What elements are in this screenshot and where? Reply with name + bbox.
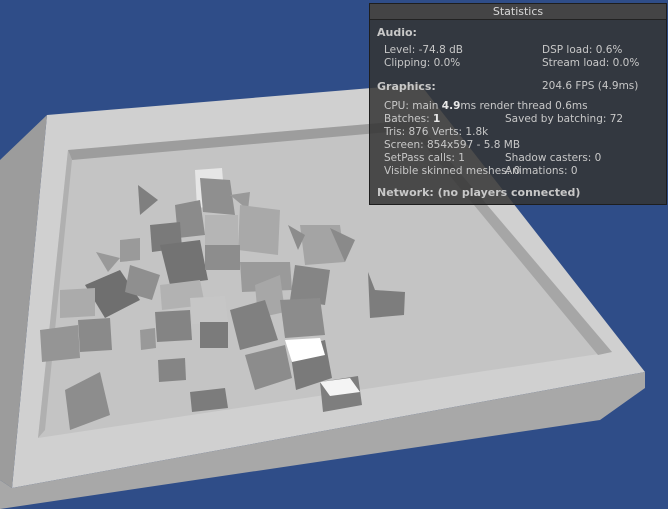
batches-prefix: Batches: [384, 113, 433, 125]
graphics-fps: 204.6 FPS (4.9ms) [542, 80, 639, 92]
graphics-cpu: CPU: main 4.9ms render thread 0.6ms [384, 100, 588, 112]
graphics-screen: Screen: 854x597 - 5.8 MB [384, 139, 521, 151]
cpu-prefix: CPU: main [384, 100, 442, 112]
batches-value: 1 [433, 113, 441, 125]
graphics-skinned-meshes: Visible skinned meshes: 0 [384, 165, 521, 177]
audio-stream-load: Stream load: 0.0% [542, 57, 640, 69]
graphics-animations: Animations: 0 [505, 165, 578, 177]
graphics-header: Graphics: [377, 80, 436, 93]
audio-level: Level: -74.8 dB [384, 44, 463, 56]
audio-dsp-load: DSP load: 0.6% [542, 44, 623, 56]
cpu-suffix: ms render thread 0.6ms [460, 100, 588, 112]
audio-header: Audio: [377, 26, 417, 39]
graphics-tris-verts: Tris: 876 Verts: 1.8k [384, 126, 489, 138]
graphics-shadow-casters: Shadow casters: 0 [505, 152, 602, 164]
graphics-setpass: SetPass calls: 1 [384, 152, 465, 164]
network-status: Network: (no players connected) [377, 186, 581, 199]
statistics-title: Statistics [370, 4, 666, 20]
graphics-batches: Batches: 1 [384, 113, 440, 125]
cpu-main-value: 4.9 [441, 100, 461, 112]
audio-clipping: Clipping: 0.0% [384, 57, 461, 69]
graphics-saved-by-batching: Saved by batching: 72 [505, 113, 624, 125]
statistics-panel: Statistics Audio: Level: -74.8 dB DSP lo… [369, 3, 667, 205]
